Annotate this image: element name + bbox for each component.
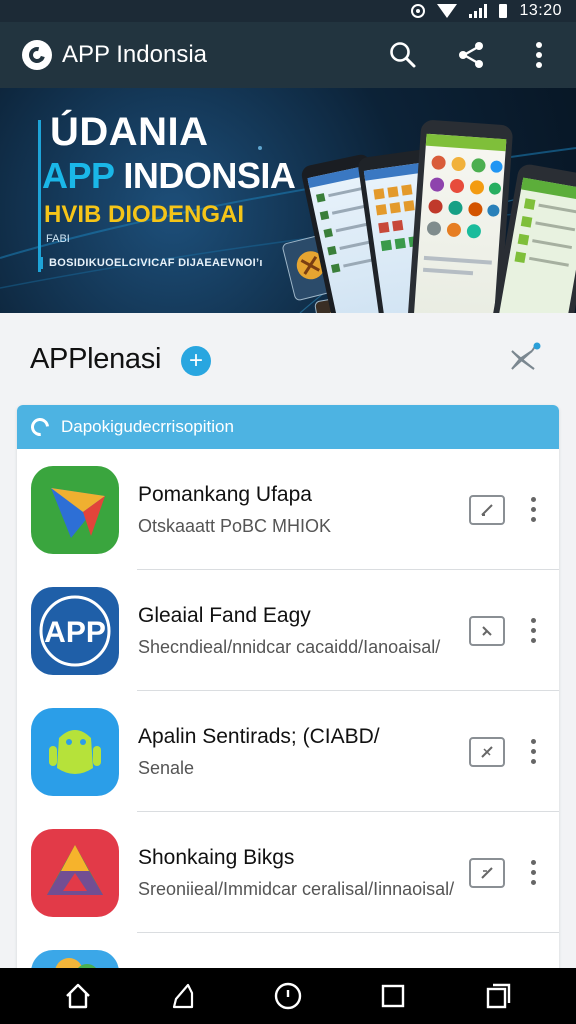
section-title: APPlenasi: [30, 343, 162, 375]
network-icon: [511, 342, 541, 370]
list-item[interactable]: Apalin Sentirads; (CIABD/ Senale: [17, 691, 559, 812]
search-button[interactable]: [380, 32, 426, 78]
edit-button[interactable]: [469, 858, 505, 888]
status-bar: 13:20: [0, 0, 576, 22]
app-badge-text: APP: [44, 616, 106, 649]
back-icon: [173, 983, 194, 1009]
app-badge-icon: APP: [31, 587, 119, 675]
share-button[interactable]: [448, 32, 494, 78]
item-more-button[interactable]: [523, 854, 543, 890]
edit-button[interactable]: [469, 495, 505, 525]
item-title: Gleaial Fand Eagy: [138, 604, 311, 627]
item-more-button[interactable]: [523, 612, 543, 648]
plus-icon[interactable]: +: [181, 346, 211, 376]
list-item[interactable]: Shonkaing Bikgs Sreoniieal/Immidcar cera…: [17, 812, 559, 933]
promo-banner[interactable]: ÚDANIA APP INDONSIA HVIB DIODENGAI FABI …: [0, 88, 576, 313]
home-icon: [66, 983, 91, 1009]
app-title: APP Indonsia: [62, 41, 207, 68]
square-icon: [381, 984, 404, 1008]
section-header: APPlenasi +: [0, 313, 576, 405]
refresh-icon[interactable]: [27, 414, 53, 440]
banner-small-text: FABI: [46, 233, 70, 245]
card-header-text: Dapokigudecrrisopition: [61, 417, 234, 436]
app-bar: APP Indonsia: [0, 22, 576, 88]
edit-icon: [482, 626, 492, 636]
item-subtitle: Sreoniieal/Immidcar ceralisal/Iinnaoisal…: [138, 879, 455, 899]
item-title: Shonkaing Bikgs: [138, 846, 295, 869]
banner-heading: ÚDANIA: [50, 110, 209, 154]
item-subtitle: Otskaaatt PoBC MHIOK: [138, 516, 332, 536]
item-subtitle: Senale: [138, 758, 195, 778]
banner-text: ÚDANIA APP INDONSIA HVIB DIODENGAI FABI …: [36, 110, 296, 269]
item-title: Apalin Sentirads; (CIABD/: [138, 725, 380, 748]
app-logo-icon: [22, 40, 52, 70]
battery-icon: [499, 4, 508, 18]
wifi-icon: [437, 4, 458, 18]
more-options-button[interactable]: [516, 32, 562, 78]
card-header: Dapokigudecrrisopition: [17, 405, 559, 449]
target-icon: [411, 4, 426, 18]
edit-icon: [481, 867, 493, 879]
more-vert-icon: [536, 42, 542, 68]
search-icon: [390, 42, 416, 68]
banner-subheading-accent: APP: [42, 155, 114, 196]
overview-button[interactable]: [368, 971, 418, 1021]
item-more-button[interactable]: [523, 491, 543, 527]
edit-button[interactable]: [469, 737, 505, 767]
back-button[interactable]: [158, 971, 208, 1021]
item-more-button[interactable]: [523, 733, 543, 769]
signal-icon: [469, 4, 488, 18]
recent-apps-icon: [486, 983, 510, 1009]
edit-button[interactable]: [469, 616, 505, 646]
network-button[interactable]: [506, 341, 542, 377]
item-subtitle: Shecndieal/nnidcar cacaidd/Ianoaisal/: [138, 637, 441, 657]
share-icon: [459, 42, 483, 68]
app-list-card: Dapokigudecrrisopition Pomankang Ufapa O…: [17, 405, 559, 1005]
item-title: Pomankang Ufapa: [138, 483, 312, 506]
status-time: 13:20: [519, 2, 562, 19]
banner-subheading: APP INDONSIA: [42, 155, 296, 197]
recent-apps-button[interactable]: [473, 971, 523, 1021]
android-app-icon: [31, 708, 119, 796]
list-item[interactable]: Pomankang Ufapa Otskaaatt PoBC MHIOK: [17, 449, 559, 570]
circle-home-button[interactable]: [263, 971, 313, 1021]
banner-tagline: HVIB DIODENGAI: [44, 201, 245, 228]
banner-subheading-rest: INDONSIA: [123, 155, 296, 196]
circle-home-icon: [274, 982, 302, 1010]
list-item[interactable]: APP Gleaial Fand Eagy Shecndieal/nnidcar…: [17, 570, 559, 691]
edit-icon: [481, 746, 493, 758]
green-app-icon: [31, 466, 119, 554]
screen: 13:20 APP Indonsia ÚDANIA APP INDONSIA H…: [0, 0, 576, 1024]
edit-icon: [481, 504, 493, 516]
navigation-bar: [0, 968, 576, 1024]
home-button[interactable]: [53, 971, 103, 1021]
triangle-app-icon: [31, 829, 119, 917]
banner-footnote: BOSIDIKUOELCIVICAF DIJAEAEVNOI’ı: [40, 257, 295, 269]
